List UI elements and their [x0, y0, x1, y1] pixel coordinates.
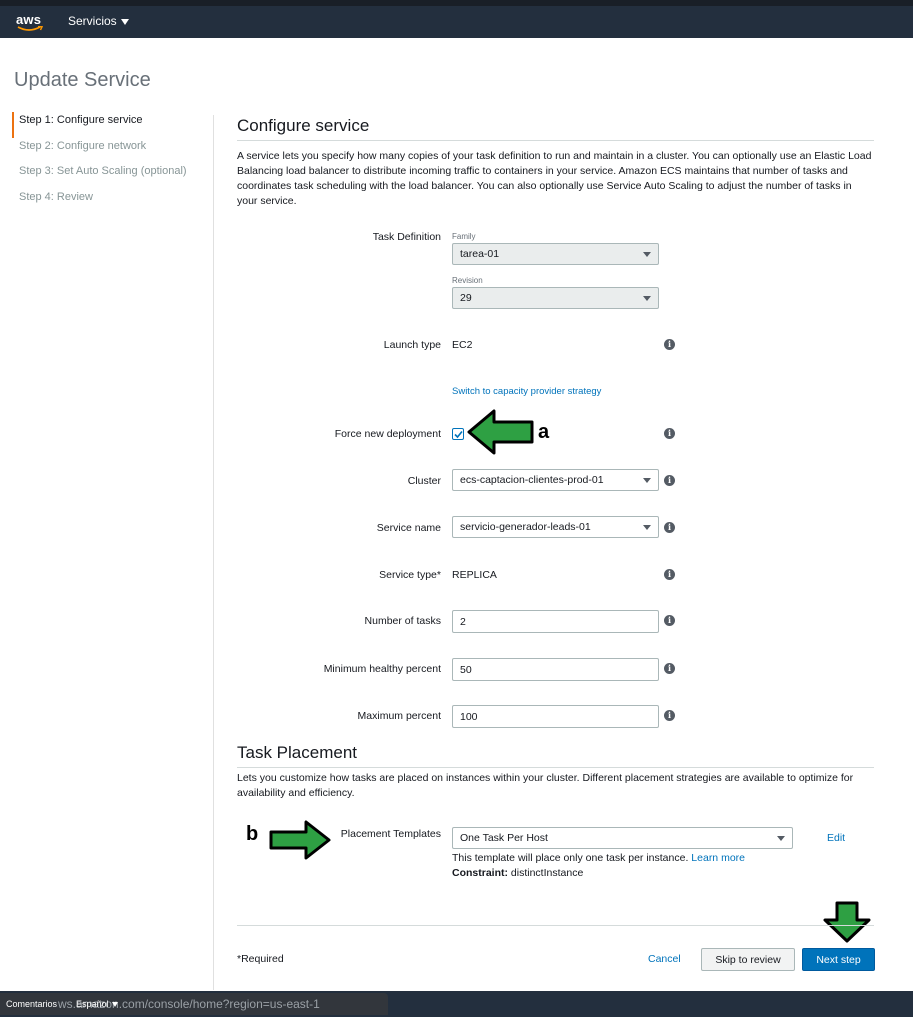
actions-divider: [237, 925, 874, 926]
service-name-select[interactable]: servicio-generador-leads-01: [452, 516, 659, 538]
services-menu-label: Servicios: [68, 14, 117, 28]
revision-select-value: 29: [460, 292, 472, 304]
chevron-down-icon: [643, 252, 651, 257]
checkmark-icon: [454, 430, 463, 439]
constraint-label: Constraint:: [452, 867, 508, 879]
wizard-steps-nav: Step 1: Configure service Step 2: Config…: [12, 112, 212, 214]
skip-to-review-button[interactable]: Skip to review: [701, 948, 795, 971]
services-menu[interactable]: Servicios: [68, 14, 129, 28]
task-definition-label: Task Definition: [372, 231, 441, 243]
chevron-down-icon: [643, 478, 651, 483]
caret-down-icon: [120, 18, 129, 25]
next-step-button[interactable]: Next step: [802, 948, 875, 971]
configure-service-heading: Configure service: [237, 116, 370, 135]
page-title: Update Service: [14, 69, 151, 91]
status-bar-url: ws.amazon.com/console/home?region=us-eas…: [0, 993, 388, 1015]
section-divider: [237, 140, 874, 141]
service-type-value: REPLICA: [452, 569, 497, 581]
number-of-tasks-label: Number of tasks: [364, 615, 441, 627]
step-configure-network[interactable]: Step 2: Configure network: [12, 138, 212, 164]
language-label: Español: [76, 999, 109, 1009]
info-icon[interactable]: i: [664, 428, 675, 439]
cluster-label: Cluster: [407, 475, 441, 487]
step-configure-service[interactable]: Step 1: Configure service: [12, 112, 212, 138]
learn-more-link[interactable]: Learn more: [691, 852, 745, 864]
aws-logo[interactable]: aws: [16, 11, 46, 35]
placement-help-text: This template will place only one task p…: [452, 852, 745, 864]
service-type-label: Service type*: [379, 569, 441, 581]
revision-select[interactable]: 29: [452, 287, 659, 309]
placement-template-value: One Task Per Host: [460, 832, 548, 844]
minimum-healthy-percent-input[interactable]: [452, 658, 659, 681]
placement-help-description: This template will place only one task p…: [452, 852, 689, 864]
top-navigation-bar: aws Servicios: [0, 0, 913, 38]
aws-logo-text: aws: [16, 12, 42, 27]
caret-down-icon: [111, 1002, 118, 1008]
step-auto-scaling[interactable]: Step 3: Set Auto Scaling (optional): [12, 163, 212, 189]
force-new-deployment-checkbox[interactable]: [452, 428, 464, 440]
configure-service-description: A service lets you specify how many copi…: [237, 150, 872, 207]
family-select-value: tarea-01: [460, 248, 500, 260]
maximum-percent-input[interactable]: [452, 705, 659, 728]
info-icon[interactable]: i: [664, 663, 675, 674]
info-icon[interactable]: i: [664, 339, 675, 350]
revision-label: Revision: [452, 276, 483, 285]
chevron-down-icon: [643, 525, 651, 530]
switch-capacity-provider-link[interactable]: Switch to capacity provider strategy: [452, 386, 601, 397]
annotation-arrow-down-icon: [823, 901, 871, 943]
edit-placement-link[interactable]: Edit: [827, 832, 845, 844]
launch-type-label: Launch type: [383, 339, 441, 351]
section-divider: [237, 767, 874, 768]
placement-templates-label: Placement Templates: [340, 828, 441, 840]
task-placement-description: Lets you customize how tasks are placed …: [237, 772, 854, 799]
chevron-down-icon: [643, 296, 651, 301]
maximum-percent-label: Maximum percent: [357, 710, 441, 722]
force-new-deployment-label: Force new deployment: [334, 428, 441, 440]
info-icon[interactable]: i: [664, 569, 675, 580]
minimum-healthy-percent-label: Minimum healthy percent: [323, 663, 441, 675]
info-icon[interactable]: i: [664, 615, 675, 626]
vertical-divider: [213, 115, 214, 990]
info-icon[interactable]: i: [664, 710, 675, 721]
cancel-button[interactable]: Cancel: [648, 953, 681, 965]
annotation-label-a: a: [538, 421, 550, 443]
feedback-link[interactable]: Comentarios: [6, 999, 57, 1009]
info-icon[interactable]: i: [664, 522, 675, 533]
placement-template-select[interactable]: One Task Per Host: [452, 827, 793, 849]
launch-type-value: EC2: [452, 339, 473, 351]
family-label: Family: [452, 232, 476, 241]
info-icon[interactable]: i: [664, 475, 675, 486]
cluster-select[interactable]: ecs-captacion-clientes-prod-01: [452, 469, 659, 491]
annotation-arrow-right-icon: [269, 820, 331, 860]
annotation-label-b: b: [246, 823, 259, 845]
task-placement-heading: Task Placement: [237, 743, 357, 762]
language-selector[interactable]: Español: [76, 999, 118, 1009]
placement-constraint: Constraint: distinctInstance: [452, 867, 583, 879]
constraint-value: distinctInstance: [510, 867, 584, 879]
family-select[interactable]: tarea-01: [452, 243, 659, 265]
cluster-select-value: ecs-captacion-clientes-prod-01: [460, 474, 604, 486]
annotation-arrow-left-icon: [467, 409, 534, 455]
step-review[interactable]: Step 4: Review: [12, 189, 212, 215]
service-name-label: Service name: [376, 522, 441, 534]
aws-smile-icon: [17, 26, 43, 31]
number-of-tasks-input[interactable]: [452, 610, 659, 633]
service-name-select-value: servicio-generador-leads-01: [460, 521, 591, 533]
required-note: *Required: [237, 953, 284, 965]
chevron-down-icon: [777, 836, 785, 841]
